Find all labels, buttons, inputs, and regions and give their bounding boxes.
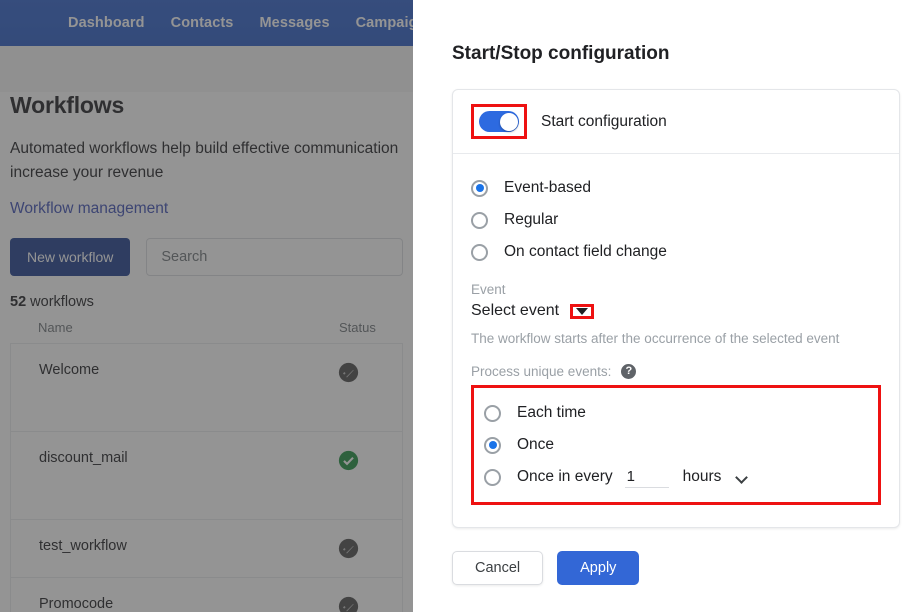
workflow-name-cell: Promocode promo (39, 596, 338, 612)
configuration-body: Event-based Regular On contact field cha… (453, 154, 899, 527)
start-configuration-header: Start configuration (453, 90, 899, 154)
table-row[interactable]: Promocode promo (10, 577, 403, 612)
toggle-highlight-box (471, 104, 527, 139)
status-active-icon (338, 450, 359, 471)
column-header-name: Name (38, 320, 73, 335)
table-row[interactable]: test_workflow (10, 519, 403, 577)
radio-option-once[interactable]: Once (484, 429, 868, 461)
workflow-name: test_workflow (39, 538, 127, 554)
nav-item-messages[interactable]: Messages (259, 15, 329, 31)
table-row[interactable]: discount_mail (10, 431, 403, 519)
panel-footer: Cancel Apply (452, 551, 640, 585)
status-badge (338, 596, 402, 612)
radio-button[interactable] (484, 468, 501, 486)
nav-item-dashboard[interactable]: Dashboard (68, 15, 145, 31)
page-title: Workflows (10, 92, 125, 118)
workflow-name: Welcome (39, 362, 100, 378)
radio-option-once-in-every[interactable]: Once in every hours (484, 461, 868, 493)
status-paused-icon (338, 596, 359, 612)
workflows-page: Workflows Automated workflows help build… (0, 92, 413, 612)
configuration-card: Start configuration Event-based Regular … (452, 89, 900, 528)
workflow-name: Promocode (39, 596, 114, 612)
radio-button[interactable] (484, 436, 501, 454)
event-select-highlight-box (570, 303, 595, 319)
background-application: Dashboard Contacts Messages Campaigns Wo… (0, 0, 413, 612)
radio-option-event-based[interactable]: Event-based (471, 172, 881, 204)
radio-button[interactable] (471, 243, 488, 261)
cancel-button[interactable]: Cancel (452, 551, 544, 585)
event-select-value: Select event (471, 302, 560, 319)
workflow-count-word: workflows (30, 294, 94, 310)
help-icon[interactable]: ? (621, 364, 637, 379)
workflow-count: 52 workflows (10, 294, 403, 310)
chevron-down-icon[interactable] (737, 472, 748, 483)
workflow-name: discount_mail (39, 450, 128, 466)
interval-unit-select[interactable]: hours (683, 468, 749, 486)
apply-button[interactable]: Apply (557, 551, 640, 585)
radio-button[interactable] (471, 179, 488, 197)
status-badge (338, 450, 402, 471)
interval-unit-value: hours (682, 468, 722, 485)
nav-item-campaigns[interactable]: Campaigns (356, 15, 413, 31)
top-navigation-bar: Dashboard Contacts Messages Campaigns (0, 0, 413, 46)
radio-label: Event-based (504, 179, 592, 196)
start-configuration-label: Start configuration (541, 112, 667, 130)
status-badge (338, 362, 402, 383)
page-description-line-1: Automated workflows help build effective… (10, 140, 399, 157)
workflow-management-link[interactable]: Workflow management (10, 200, 403, 218)
table-header: Name Status (10, 310, 403, 343)
status-badge (338, 538, 402, 559)
new-workflow-button[interactable]: New workflow (10, 238, 131, 276)
nav-item-contacts[interactable]: Contacts (171, 15, 234, 31)
radio-label: Once (517, 436, 555, 453)
status-paused-icon (338, 538, 359, 559)
workflow-controls: New workflow Search (10, 238, 403, 276)
search-placeholder: Search (161, 249, 208, 265)
radio-label: Once in every (517, 468, 613, 485)
process-unique-events-label: Process unique events: (471, 364, 612, 379)
event-select[interactable]: Select event (471, 302, 881, 320)
radio-option-on-contact-field-change[interactable]: On contact field change (471, 236, 881, 268)
radio-option-each-time[interactable]: Each time (484, 397, 868, 429)
radio-label: Each time (517, 404, 586, 421)
event-field-label: Event (471, 282, 506, 297)
start-configuration-toggle[interactable] (479, 111, 519, 132)
radio-button[interactable] (484, 404, 501, 422)
interval-value-input[interactable] (624, 466, 669, 488)
search-input[interactable]: Search (146, 238, 403, 276)
radio-label: Regular (504, 211, 559, 228)
radio-label: On contact field change (504, 243, 667, 260)
status-paused-icon (338, 362, 359, 383)
page-description-line-2: increase your revenue (10, 164, 164, 181)
radio-button[interactable] (471, 211, 488, 229)
start-stop-configuration-panel: Start/Stop configuration Start configura… (413, 0, 912, 612)
event-hint-text: The workflow starts after the occurrence… (471, 331, 840, 346)
workflow-count-number: 52 (10, 294, 27, 310)
process-unique-events-row: Process unique events: ? (471, 364, 881, 379)
radio-option-regular[interactable]: Regular (471, 204, 881, 236)
panel-title: Start/Stop configuration (452, 43, 670, 64)
unique-events-highlight-box: Each time Once Once in every hours (471, 385, 881, 505)
page-description: Automated workflows help build effective… (10, 137, 403, 185)
table-row[interactable]: Welcome (10, 343, 403, 431)
toggle-knob (499, 112, 518, 131)
chevron-down-icon[interactable] (576, 307, 589, 315)
column-header-status: Status (339, 320, 376, 335)
